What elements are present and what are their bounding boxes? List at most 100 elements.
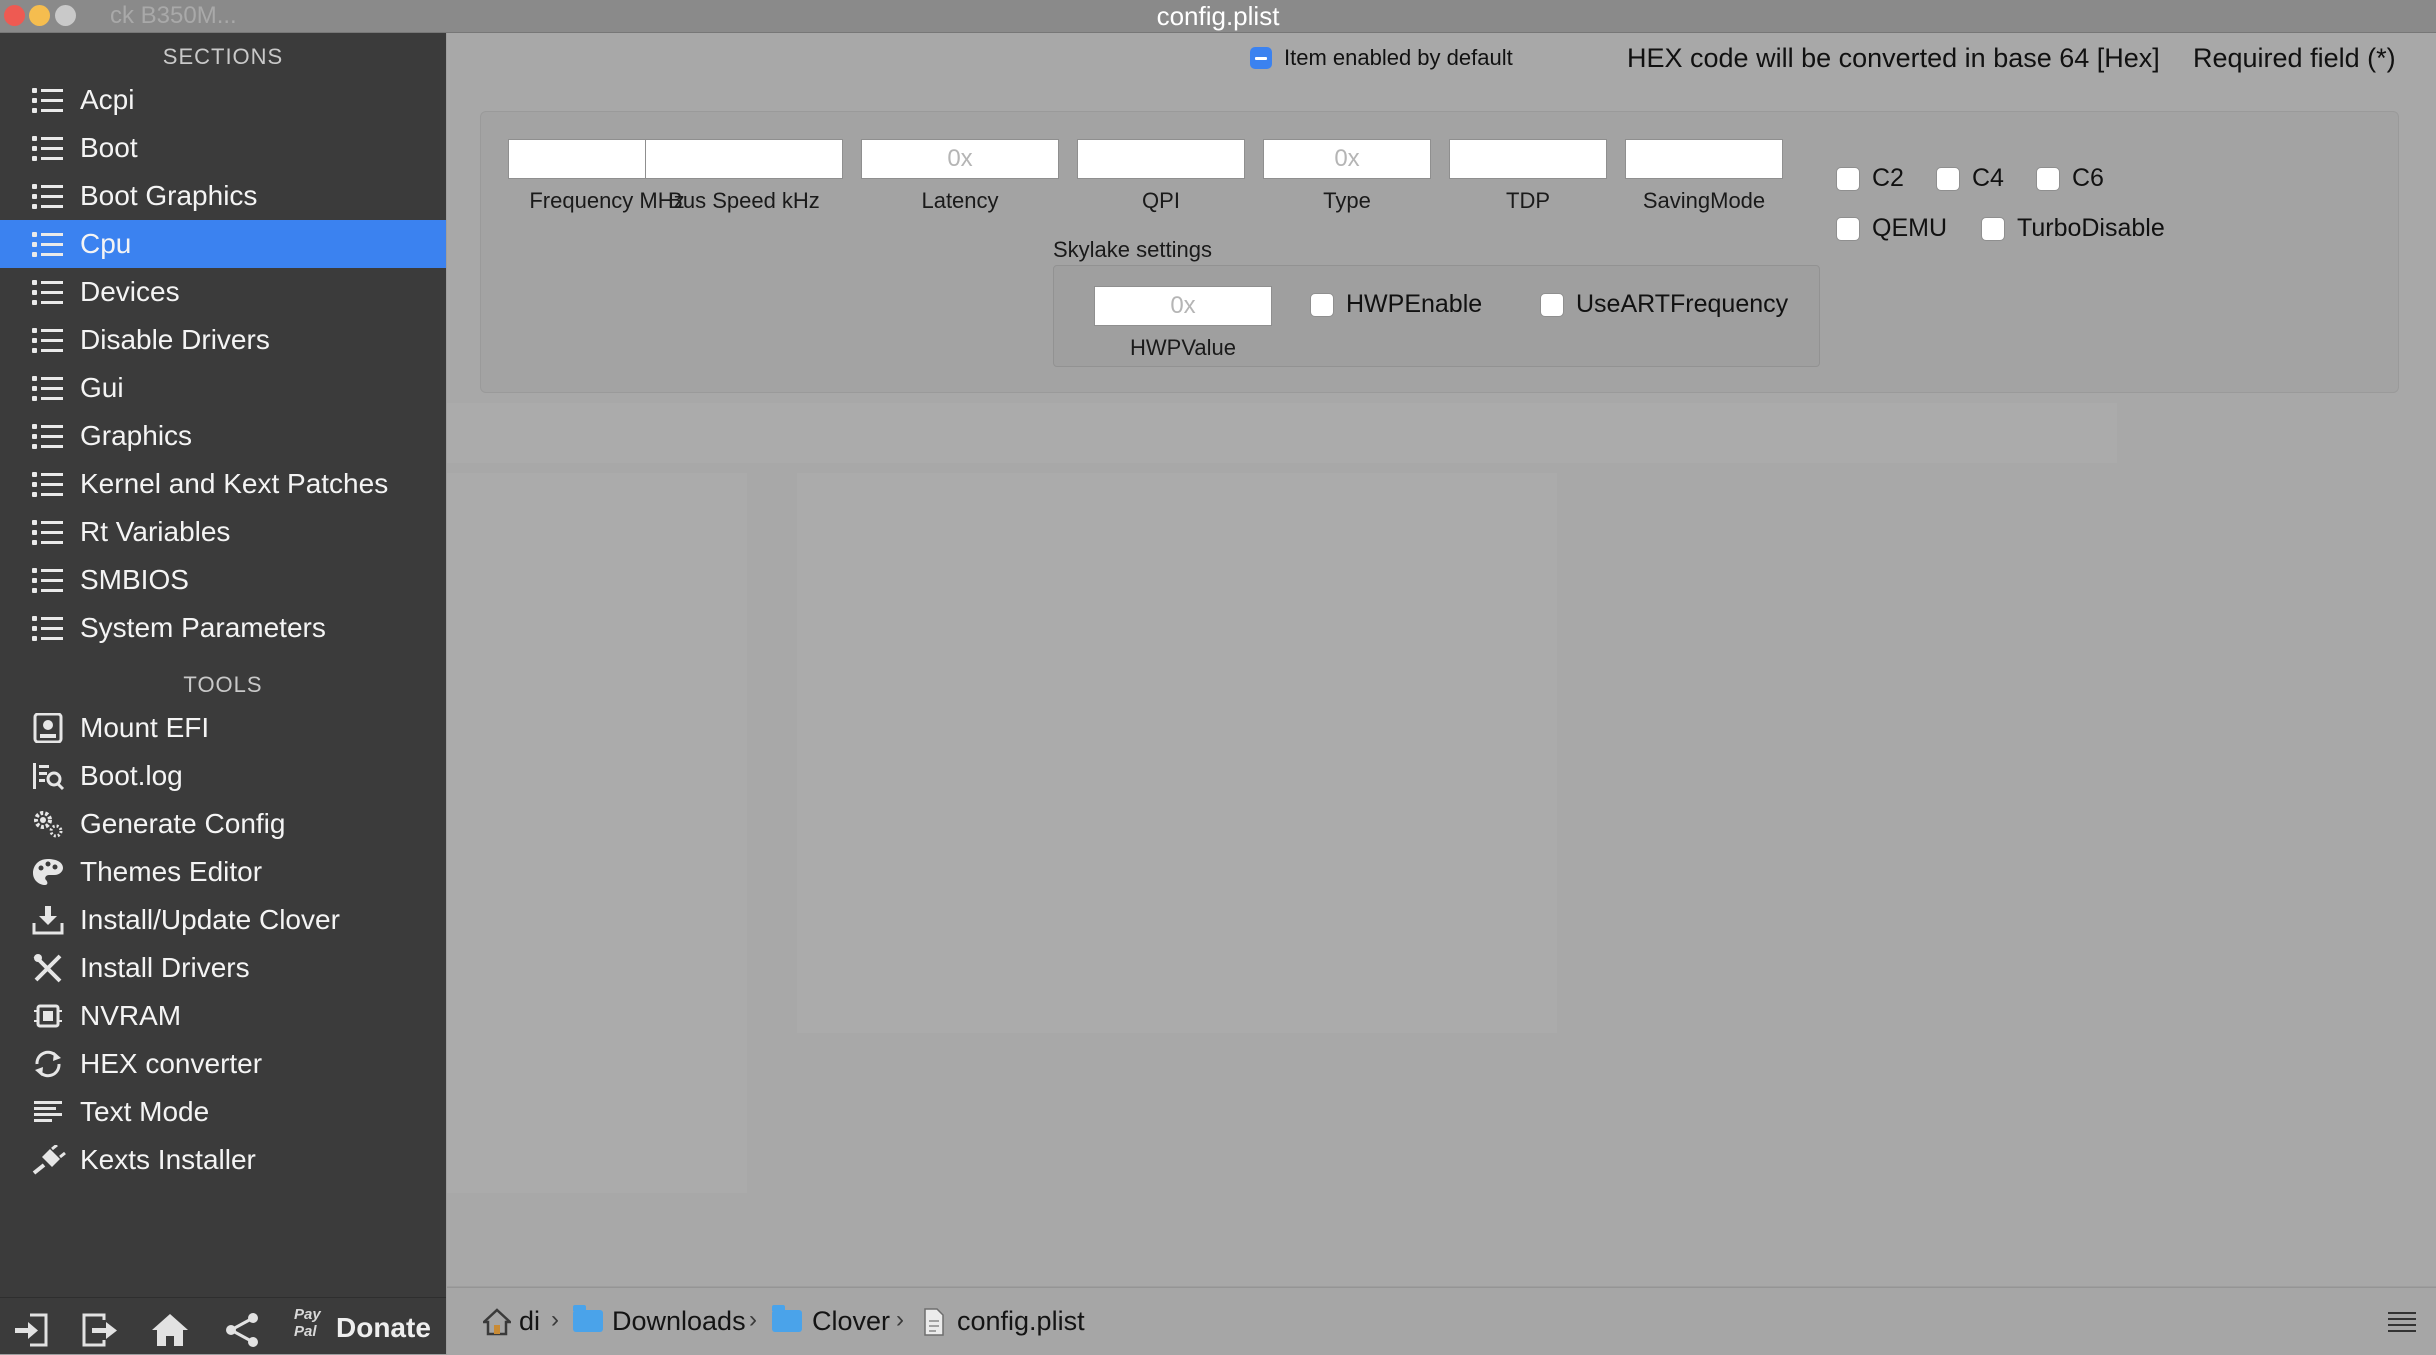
sidebar-item-rt-variables[interactable]: Rt Variables — [0, 508, 446, 556]
list-icon — [30, 565, 66, 595]
qemu-checkbox[interactable] — [1836, 217, 1860, 241]
sidebar-toolbar: Pay Pal Donate — [0, 1297, 446, 1355]
sidebar-item-boot-graphics[interactable]: Boot Graphics — [0, 172, 446, 220]
sidebar: SECTIONS Acpi Boot Boot Graphics Cpu Dev… — [0, 33, 446, 1354]
download-icon — [32, 906, 64, 935]
sidebar-item-boot[interactable]: Boot — [0, 124, 446, 172]
sidebar-item-disable-drivers[interactable]: Disable Drivers — [0, 316, 446, 364]
export-icon[interactable] — [80, 1312, 120, 1348]
list-icon — [30, 277, 66, 307]
sidebar-item-themes-editor[interactable]: Themes Editor — [0, 848, 446, 896]
sidebar-item-kexts-installer[interactable]: Kexts Installer — [0, 1136, 446, 1184]
type-label: Type — [1323, 188, 1371, 213]
saving-mode-label: SavingMode — [1642, 188, 1766, 213]
text-icon — [34, 1101, 62, 1122]
donate-label: Donate — [336, 1312, 431, 1343]
path-bar: di › Downloads › Clover › config.plist — [447, 1287, 2436, 1355]
skylake-settings-title: Skylake settings — [1053, 237, 1212, 262]
list-icon — [30, 517, 66, 547]
sidebar-item-mount-efi[interactable]: Mount EFI — [0, 704, 446, 752]
breadcrumb-clover[interactable]: Clover — [812, 1306, 890, 1337]
c4-checkbox[interactable] — [1936, 167, 1960, 191]
sidebar-item-hex-converter[interactable]: HEX converter — [0, 1040, 446, 1088]
sidebar-item-devices[interactable]: Devices — [0, 268, 446, 316]
sidebar-item-label: SMBIOS — [80, 564, 189, 595]
item-enabled-label: Item enabled by default — [1284, 45, 1513, 70]
list-icon — [30, 133, 66, 163]
import-icon[interactable] — [12, 1312, 52, 1348]
sidebar-item-label: Boot — [80, 132, 138, 163]
tdp-field[interactable] — [1449, 139, 1607, 179]
sidebar-item-label: System Parameters — [80, 612, 326, 643]
sidebar-item-install-update-clover[interactable]: Install/Update Clover — [0, 896, 446, 944]
use-art-frequency-label: UseARTFrequency — [1576, 290, 1789, 318]
sidebar-item-install-drivers[interactable]: Install Drivers — [0, 944, 446, 992]
sidebar-item-label: Disable Drivers — [80, 324, 270, 355]
breadcrumb-config-plist[interactable]: config.plist — [957, 1306, 1085, 1337]
hwp-enable-checkbox[interactable] — [1310, 293, 1334, 317]
sidebar-item-label: Rt Variables — [80, 516, 231, 547]
sidebar-item-nvram[interactable]: NVRAM — [0, 992, 446, 1040]
sidebar-item-cpu[interactable]: Cpu — [0, 220, 446, 268]
home-folder-icon — [483, 1308, 511, 1336]
latency-label: Latency — [921, 188, 999, 213]
sidebar-item-label: Acpi — [80, 84, 135, 115]
gears-icon — [34, 811, 63, 838]
list-icon — [30, 613, 66, 643]
breadcrumb-home[interactable]: di — [519, 1306, 540, 1337]
paypal-icon: Pay Pal — [294, 1306, 321, 1340]
turbo-disable-checkbox[interactable] — [1981, 217, 2005, 241]
sidebar-item-acpi[interactable]: Acpi — [0, 76, 446, 124]
hwp-enable-label: HWPEnable — [1346, 290, 1483, 318]
latency-field[interactable] — [861, 139, 1059, 179]
list-icon — [30, 373, 66, 403]
sidebar-item-kernel-and-kext-patches[interactable]: Kernel and Kext Patches — [0, 460, 446, 508]
sidebar-item-boot-log[interactable]: Boot.log — [0, 752, 446, 800]
tdp-label: TDP — [1506, 188, 1550, 213]
sidebar-item-gui[interactable]: Gui — [0, 364, 446, 412]
sidebar-item-label: Kexts Installer — [80, 1144, 256, 1175]
sidebar-item-text-mode[interactable]: Text Mode — [0, 1088, 446, 1136]
tools-icon — [33, 954, 62, 983]
use-art-frequency-checkbox[interactable] — [1540, 293, 1564, 317]
list-icon — [30, 181, 66, 211]
bus-speed-khz-label: Bus Speed kHz — [668, 188, 820, 213]
cpu-panel: Frequency MHz Bus Speed kHz Latency QPI … — [480, 111, 2399, 393]
skylake-settings-group: HWPValue HWPEnable UseARTFrequency — [1053, 265, 1820, 367]
sidebar-item-label: Install Drivers — [80, 952, 250, 983]
sidebar-item-smbios[interactable]: SMBIOS — [0, 556, 446, 604]
sidebar-item-label: Text Mode — [80, 1096, 210, 1127]
turbo-disable-label: TurboDisable — [2017, 214, 2165, 242]
file-icon — [924, 1308, 944, 1336]
saving-mode-field[interactable] — [1625, 139, 1783, 179]
hwp-value-field[interactable] — [1094, 286, 1272, 326]
menu-icon[interactable] — [2387, 1310, 2417, 1334]
sidebar-item-label: Devices — [80, 276, 180, 307]
sidebar-item-label: Boot.log — [80, 760, 183, 791]
sidebar-item-graphics[interactable]: Graphics — [0, 412, 446, 460]
clover-folder-icon — [772, 1305, 802, 1332]
c6-checkbox[interactable] — [2036, 167, 2060, 191]
disk-icon — [33, 713, 63, 743]
qpi-label: QPI — [1142, 188, 1180, 213]
home-icon[interactable] — [150, 1312, 190, 1348]
item-enabled-checkbox[interactable] — [1250, 47, 1272, 69]
cpu-settings-pane: Item enabled by default HEX code will be… — [447, 33, 2436, 1286]
sidebar-item-label: Kernel and Kext Patches — [80, 468, 389, 499]
palette-icon — [33, 859, 63, 885]
bus-speed-khz-field[interactable] — [645, 139, 843, 179]
sidebar-item-system-parameters[interactable]: System Parameters — [0, 604, 446, 652]
c2-checkbox[interactable] — [1836, 167, 1860, 191]
share-icon[interactable] — [222, 1312, 262, 1348]
background-ghost — [447, 473, 747, 1193]
list-icon — [30, 85, 66, 115]
breadcrumb-downloads[interactable]: Downloads — [612, 1306, 746, 1337]
qpi-field[interactable] — [1077, 139, 1245, 179]
type-field[interactable] — [1263, 139, 1431, 179]
list-icon — [30, 421, 66, 451]
sidebar-item-generate-config[interactable]: Generate Config — [0, 800, 446, 848]
tools-heading: TOOLS — [183, 672, 263, 697]
sidebar-item-label: NVRAM — [80, 1000, 182, 1031]
sidebar-item-label: Themes Editor — [80, 856, 263, 887]
downloads-folder-icon — [573, 1305, 603, 1332]
